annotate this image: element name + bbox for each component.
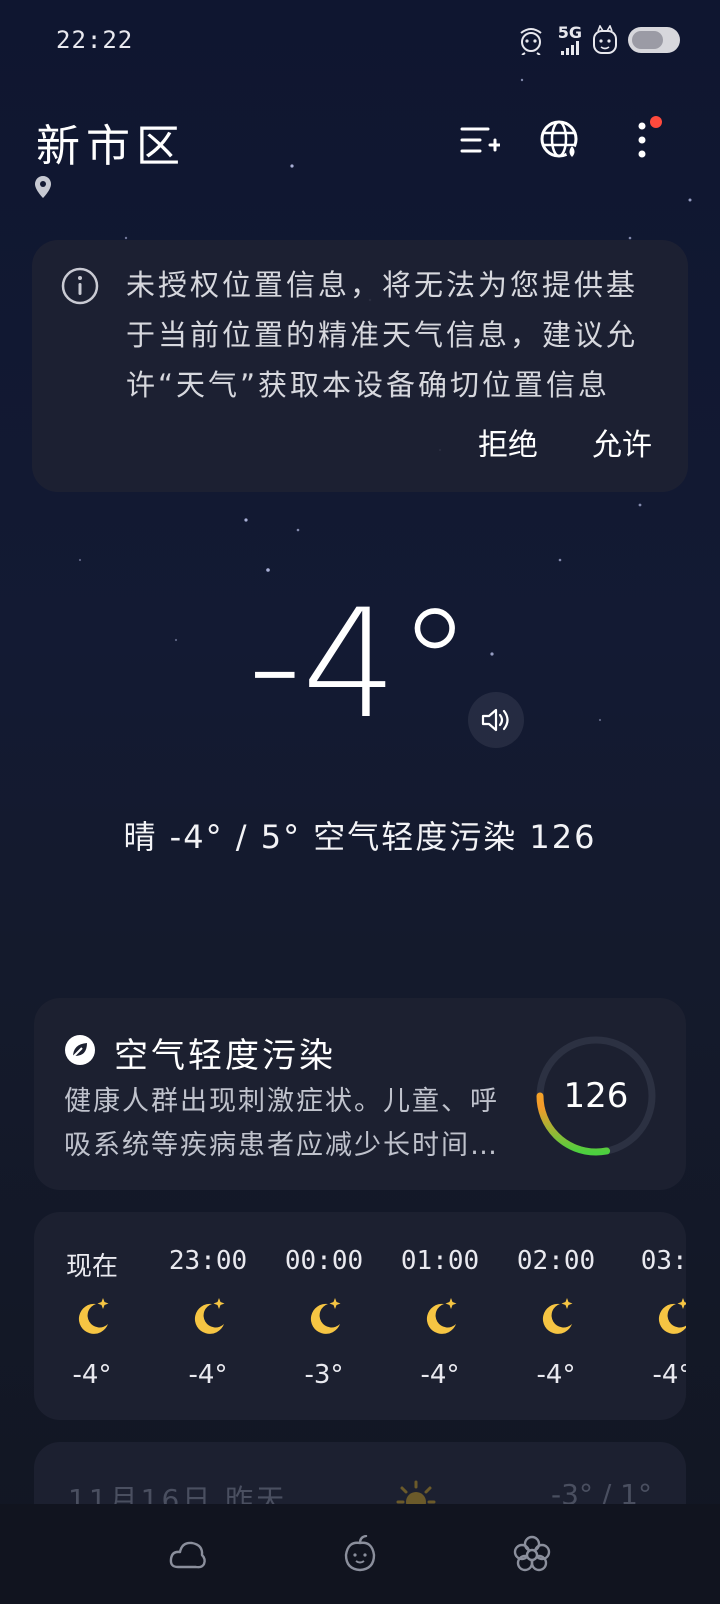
location-permission-notice: 未授权位置信息，将无法为您提供基于当前位置的精准天气信息，建议允许“天气”获取本… xyxy=(32,240,688,492)
moon-star-icon xyxy=(310,1298,341,1334)
network-type-label: 5G xyxy=(557,23,582,42)
signal-group: 5G xyxy=(558,25,582,55)
hourly-item: 现在 -4° xyxy=(34,1212,150,1420)
more-button[interactable] xyxy=(616,114,668,166)
hourly-item: 00:00 -3° xyxy=(266,1212,382,1420)
moon-star-icon xyxy=(542,1298,573,1334)
notice-actions: 拒绝 允许 xyxy=(478,420,652,464)
deny-button[interactable]: 拒绝 xyxy=(478,420,538,464)
battery-icon xyxy=(628,27,680,53)
header: 新市区 xyxy=(0,100,720,200)
hourly-item: 02:00 -4° xyxy=(498,1212,614,1420)
hourly-time: 02:00 xyxy=(516,1246,596,1276)
speaker-icon xyxy=(481,708,509,732)
hourly-time: 23:00 xyxy=(168,1246,248,1276)
allow-button[interactable]: 允许 xyxy=(592,420,652,464)
status-icons: 5G xyxy=(514,20,680,60)
cute-face-icon xyxy=(593,25,617,54)
hourly-time: 00:00 xyxy=(284,1246,364,1276)
hourly-temp: -4° xyxy=(420,1360,460,1390)
hourly-time: 03:0 xyxy=(640,1246,686,1276)
hourly-time: 01:00 xyxy=(400,1246,480,1276)
status-time: 22:22 xyxy=(56,26,134,54)
moon-star-icon xyxy=(426,1298,457,1334)
bottom-navigation xyxy=(0,1504,720,1604)
battery-level xyxy=(632,31,663,49)
city-name[interactable]: 新市区 xyxy=(36,110,186,174)
hourly-temp: -4° xyxy=(536,1360,576,1390)
hourly-temp: -4° xyxy=(72,1360,112,1390)
globe-icon xyxy=(540,120,578,158)
signal-icon xyxy=(560,41,579,55)
hotspot-icon xyxy=(520,28,542,55)
globe-button[interactable] xyxy=(534,114,586,166)
hourly-forecast-card[interactable]: 现在-4°23:00-4°00:00-3°01:00-4°02:00-4°03:… xyxy=(34,1212,686,1420)
fruit-icon xyxy=(344,1535,376,1572)
info-icon xyxy=(61,267,99,305)
more-icon xyxy=(638,122,646,158)
nav-fruit-button[interactable] xyxy=(332,1526,388,1582)
notice-message: 未授权位置信息，将无法为您提供基于当前位置的精准天气信息，建议允许“天气”获取本… xyxy=(126,268,639,402)
flower-icon xyxy=(513,1535,551,1572)
current-temperature: -4° xyxy=(247,578,473,752)
aqi-value: 126 xyxy=(563,1076,629,1116)
hourly-list: 现在-4°23:00-4°00:00-3°01:00-4°02:00-4°03:… xyxy=(34,1212,686,1420)
leaf-icon xyxy=(65,1035,95,1065)
weather-summary: 晴 -4° / 5° 空气轻度污染 126 xyxy=(123,818,597,856)
voice-broadcast-button[interactable] xyxy=(468,692,524,748)
nav-flower-button[interactable] xyxy=(504,1526,560,1582)
hourly-temp: -4° xyxy=(652,1360,686,1390)
notification-dot xyxy=(650,116,662,128)
nav-weather-button[interactable] xyxy=(160,1526,216,1582)
add-city-icon xyxy=(460,127,500,153)
air-quality-card[interactable]: 空气轻度污染 健康人群出现刺激症状。儿童、呼吸系统等疾病患者应减少长时间… 12… xyxy=(34,998,686,1190)
moon-star-icon xyxy=(78,1298,109,1334)
hourly-item: 01:00 -4° xyxy=(382,1212,498,1420)
hourly-item: 23:00 -4° xyxy=(150,1212,266,1420)
status-bar: 22:22 5G xyxy=(0,0,720,80)
add-city-button[interactable] xyxy=(454,114,506,166)
location-pin-icon xyxy=(35,176,51,198)
moon-star-icon xyxy=(194,1298,225,1334)
aqi-description: 健康人群出现刺激症状。儿童、呼吸系统等疾病患者应减少长时间… xyxy=(64,1086,499,1161)
hourly-temp: -4° xyxy=(188,1360,228,1390)
aqi-title: 空气轻度污染 xyxy=(114,1036,336,1076)
moon-star-icon xyxy=(658,1298,686,1334)
weather-home-icon xyxy=(169,1541,206,1569)
hourly-temp: -3° xyxy=(304,1360,344,1390)
hourly-item: 03:0 -4° xyxy=(614,1212,686,1420)
hourly-time: 现在 xyxy=(65,1252,118,1282)
